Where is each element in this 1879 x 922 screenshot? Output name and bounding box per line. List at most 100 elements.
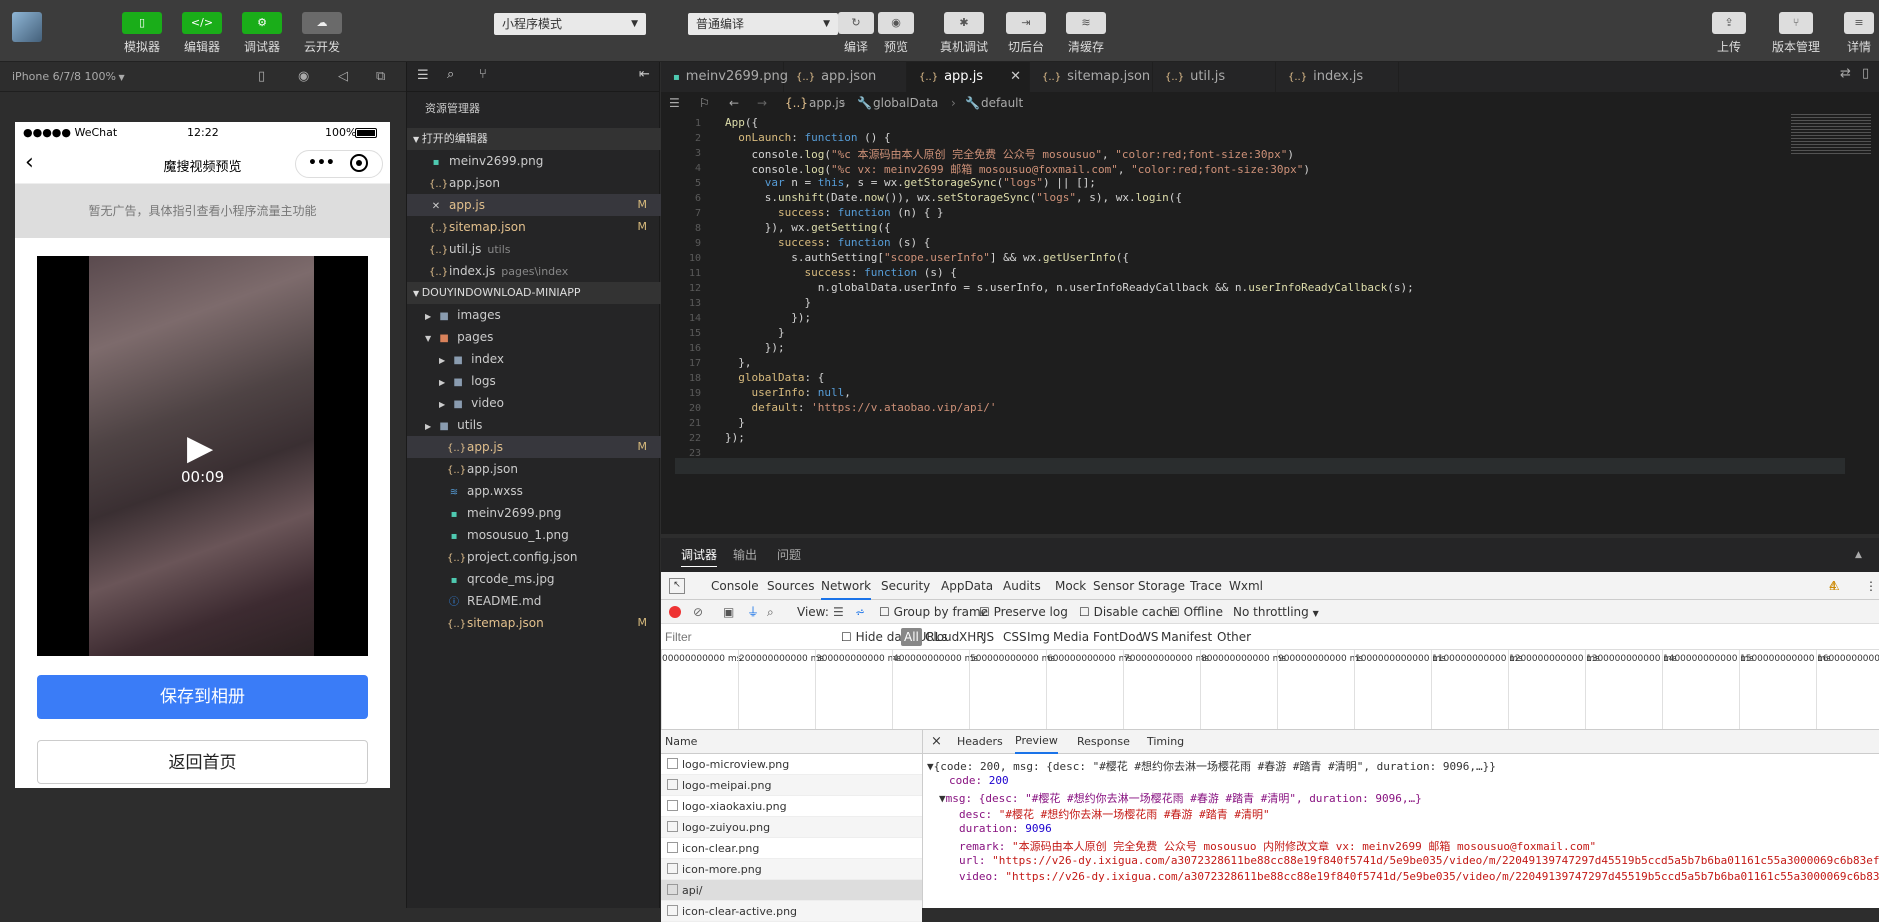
editor-button[interactable]: </> 编辑器 [182,12,222,55]
filter-type-css[interactable]: CSS [1003,624,1027,650]
tree-item[interactable]: ▶ ■ video [407,392,661,414]
editor-tab[interactable]: {..} index.js [1276,62,1399,92]
network-timeline[interactable]: 00000000000 ms 200000000000 ms 30000000000… [661,650,1879,730]
tab-debugger[interactable]: 调试器 [681,544,718,567]
request-row[interactable]: icon-more.png [661,859,922,880]
list-icon[interactable]: ☰ [669,92,680,114]
tree-item[interactable]: {..}app.js M [407,436,661,458]
tree-item[interactable]: ▪ qrcode_ms.jpg [407,568,661,590]
devtools-tab-network[interactable]: Network [821,574,872,600]
tree-item[interactable]: ▼ ■ pages [407,326,661,348]
app-avatar[interactable] [12,12,42,42]
inspect-icon[interactable]: ↖ [669,578,685,594]
split-icon[interactable]: ▯ [1862,66,1869,81]
phone-icon[interactable]: ▯ [258,62,265,92]
request-row[interactable]: logo-meipai.png [661,775,922,796]
request-row[interactable]: logo-xiaokaxiu.png [661,796,922,817]
open-editor-item[interactable]: {..}app.json [407,172,661,194]
debugger-button[interactable]: ⚙ 调试器 [242,12,282,55]
devtools-tab-trace[interactable]: Trace [1190,572,1222,600]
tree-item[interactable]: ▶ ■ images [407,304,661,326]
device-select[interactable]: iPhone 6/7/8 100% [12,70,116,83]
list-view-icon[interactable]: ☰ [833,600,844,624]
filter-type-ws[interactable]: WS [1139,624,1158,650]
record-icon[interactable] [669,606,681,618]
filter-type-xhr[interactable]: XHR [959,624,985,650]
simulator-button[interactable]: ▯ 模拟器 [122,12,162,55]
request-row[interactable]: api/ [661,880,922,901]
minimap[interactable] [1791,114,1871,154]
throttling-select[interactable]: No throttling ▼ [1233,600,1319,626]
tree-item[interactable]: {..}sitemap.json M [407,612,661,634]
tab-problems[interactable]: 问题 [777,538,801,572]
mode-select[interactable]: 小程序模式 ▼ [494,13,646,35]
cloud-button[interactable]: ☁ 云开发 [302,12,342,55]
back-arrow-icon[interactable]: ← [729,92,739,114]
editor-tab[interactable]: {..} util.js [1153,62,1276,92]
play-icon[interactable]: ▶ [187,428,213,468]
tree-item[interactable]: ≋ app.wxss [407,480,661,502]
editor-tab[interactable]: {..} app.json [784,62,907,92]
open-editor-item[interactable]: {..}util.js utils [407,238,661,260]
video-player[interactable]: ▶ 00:09 [37,256,368,656]
chevron-up-icon[interactable]: ▲ [1855,538,1862,572]
detail-tab-timing[interactable]: Timing [1147,730,1184,754]
tree-item[interactable]: {..}project.config.json [407,546,661,568]
group-by-frame-checkbox[interactable]: ☐ Group by frame [879,600,988,624]
editor-tab[interactable]: {..} sitemap.json [1030,62,1153,92]
switch-background-button[interactable]: ⇥ 切后台 [1006,12,1046,55]
project-section[interactable]: ▼ DOUYINDOWNLOAD-MINIAPP [407,282,661,304]
device-debug-button[interactable]: ✱ 真机调试 [940,12,988,55]
open-editor-item[interactable]: ✕ app.js M [407,194,661,216]
filter-type-font[interactable]: Font [1093,624,1119,650]
tree-item[interactable]: ⓘ README.md [407,590,661,612]
tree-item[interactable]: ▶ ■ logs [407,370,661,392]
devtools-tab-sensor[interactable]: Sensor [1093,572,1134,600]
bookmark-icon[interactable]: ⚐ [699,92,710,114]
preview-root[interactable]: ▼{code: 200, msg: {desc: "#樱花 #想约你去淋一场樱花… [927,758,1496,774]
devtools-tab-storage[interactable]: Storage [1138,572,1185,600]
open-editors-section[interactable]: ▼ 打开的编辑器 [407,128,661,150]
preserve-log-checkbox[interactable]: ☑ Preserve log [979,600,1068,624]
devtools-tab-security[interactable]: Security [881,572,930,600]
list-icon[interactable]: ☰ [417,68,429,83]
editor-tab[interactable]: ▪ meinv2699.png [661,62,788,92]
collapse-icon[interactable]: ⇤ [639,67,650,82]
devtools-tab-appdata[interactable]: AppData [941,572,993,600]
close-icon[interactable]: × [931,730,942,754]
devtools-tab-console[interactable]: Console [711,572,759,600]
forward-arrow-icon[interactable]: → [757,92,767,114]
compile-button[interactable]: ↻ 编译 [838,12,874,55]
filter-input[interactable] [665,627,833,647]
record-icon[interactable]: ◉ [298,62,309,92]
request-row[interactable]: logo-microview.png [661,754,922,775]
breadcrumb-globaldata[interactable]: globalData [873,92,938,114]
version-button[interactable]: ⑂ 版本管理 [1772,12,1820,55]
preview-msg[interactable]: ▼msg: {desc: "#樱花 #想约你去淋一场樱花雨 #春游 #踏青 #清… [939,790,1422,806]
filter-type-media[interactable]: Media [1053,624,1089,650]
open-editor-item[interactable]: {..}index.js pages\index [407,260,661,282]
request-row[interactable]: logo-zuiyou.png [661,817,922,838]
filter-type-img[interactable]: Img [1027,624,1050,650]
tree-item[interactable]: ▪ meinv2699.png [407,502,661,524]
open-editor-item[interactable]: ▪ meinv2699.png [407,150,661,172]
details-button[interactable]: ≡ 详情 [1844,12,1874,55]
breadcrumb-default[interactable]: default [981,92,1023,114]
preview-button[interactable]: ◉ 预览 [878,12,914,55]
tree-item[interactable]: ▪ mosousuo_1.png [407,524,661,546]
open-editor-item[interactable]: {..}sitemap.json M [407,216,661,238]
offline-checkbox[interactable]: ☐ Offline [1169,600,1223,624]
close-capsule-icon[interactable] [350,154,368,172]
code-editor[interactable]: 1 App({2 onLaunch: function () {3 console… [661,114,1879,534]
compile-select[interactable]: 普通编译 ▼ [688,13,838,35]
filter-type-cloud[interactable]: Cloud [925,624,959,650]
filter-icon[interactable]: ⏚ [747,600,759,624]
detail-tab-response[interactable]: Response [1077,730,1130,754]
devtools-tab-wxml[interactable]: Wxml [1229,572,1263,600]
back-home-button[interactable]: 返回首页 [37,740,368,784]
search-icon[interactable]: ⌕ [447,67,454,82]
popout-icon[interactable]: ⧉ [376,62,385,92]
git-icon[interactable]: ⑂ [479,67,487,82]
name-column-header[interactable]: Name [661,730,922,754]
devtools-tab-mock[interactable]: Mock [1055,572,1086,600]
